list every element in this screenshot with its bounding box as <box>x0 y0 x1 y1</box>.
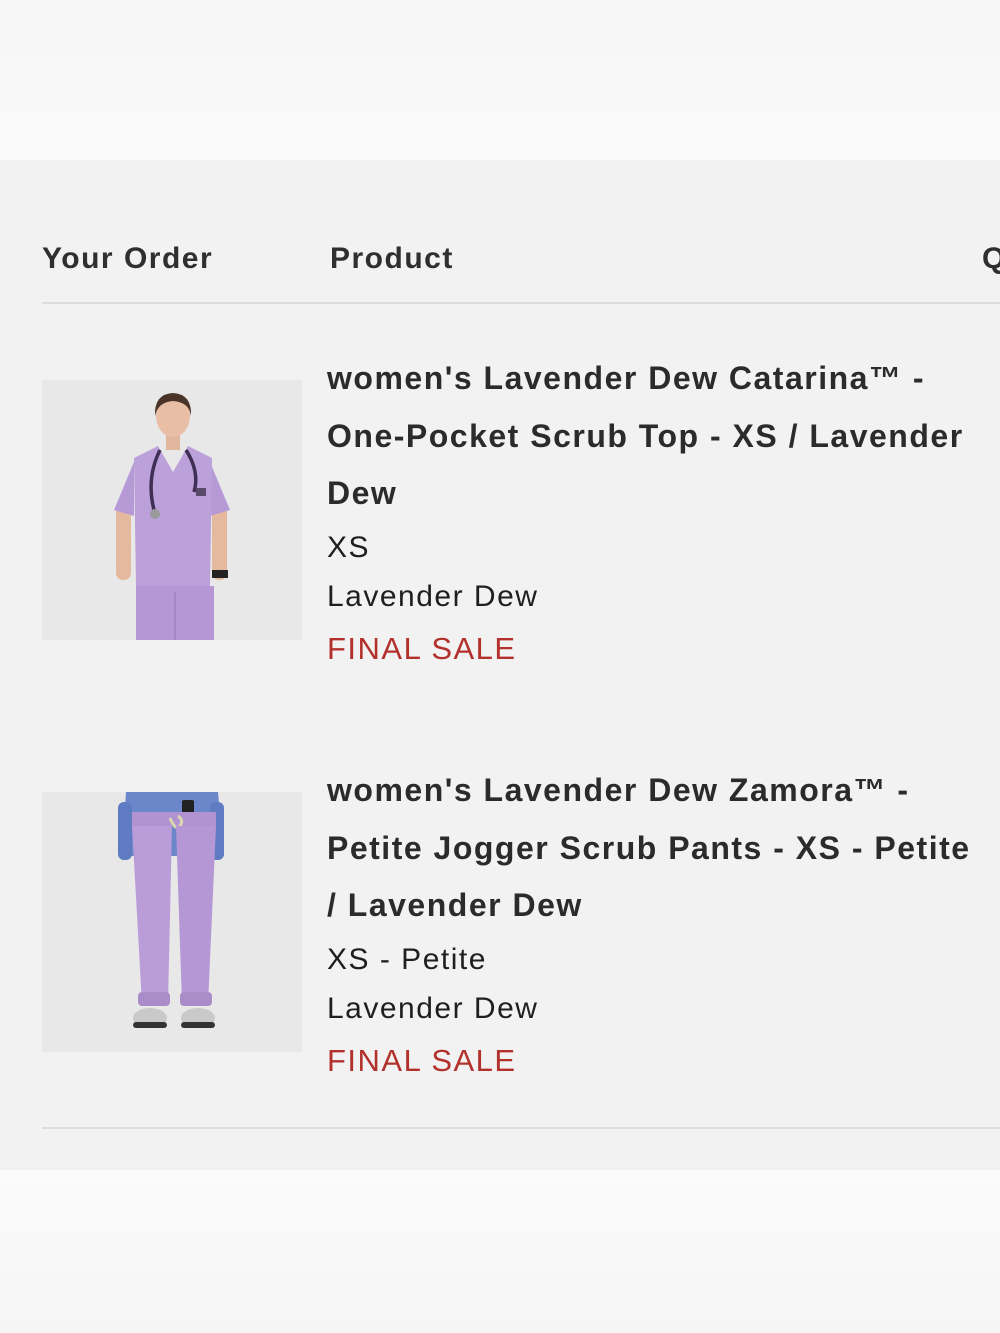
final-sale-badge: FINAL SALE <box>327 1042 517 1078</box>
scrub-top-photo-icon <box>42 380 302 640</box>
scrub-pants-product-image[interactable] <box>42 792 302 1052</box>
scrub-top-product-image[interactable] <box>42 380 302 640</box>
product-color: Lavender Dew <box>327 579 539 613</box>
product-size: XS - Petite <box>327 942 487 976</box>
final-sale-badge: FINAL SALE <box>327 630 517 666</box>
product-color: Lavender Dew <box>327 991 539 1025</box>
order-table-header: Your Order Product Q <box>42 242 1000 282</box>
footer-divider <box>42 1127 1000 1129</box>
line-item-details: women's Lavender Dew Catarina™ - One-Poc… <box>327 350 977 676</box>
quantity-column-header: Q <box>982 242 1000 275</box>
order-summary-panel: Your Order Product Q women's Lavender De… <box>0 160 1000 1170</box>
product-size: XS <box>327 530 371 564</box>
page-bottom-margin <box>0 1170 1000 1333</box>
line-item-details: women's Lavender Dew Zamora™ - Petite Jo… <box>327 762 977 1088</box>
header-divider <box>42 302 1000 304</box>
page-top-margin <box>0 0 1000 160</box>
product-title-link[interactable]: women's Lavender Dew Zamora™ - Petite Jo… <box>327 762 977 935</box>
scrub-pants-photo-icon <box>42 792 302 1052</box>
product-column-header: Product <box>330 242 454 275</box>
product-title-link[interactable]: women's Lavender Dew Catarina™ - One-Poc… <box>327 350 977 523</box>
your-order-heading: Your Order <box>42 242 214 275</box>
